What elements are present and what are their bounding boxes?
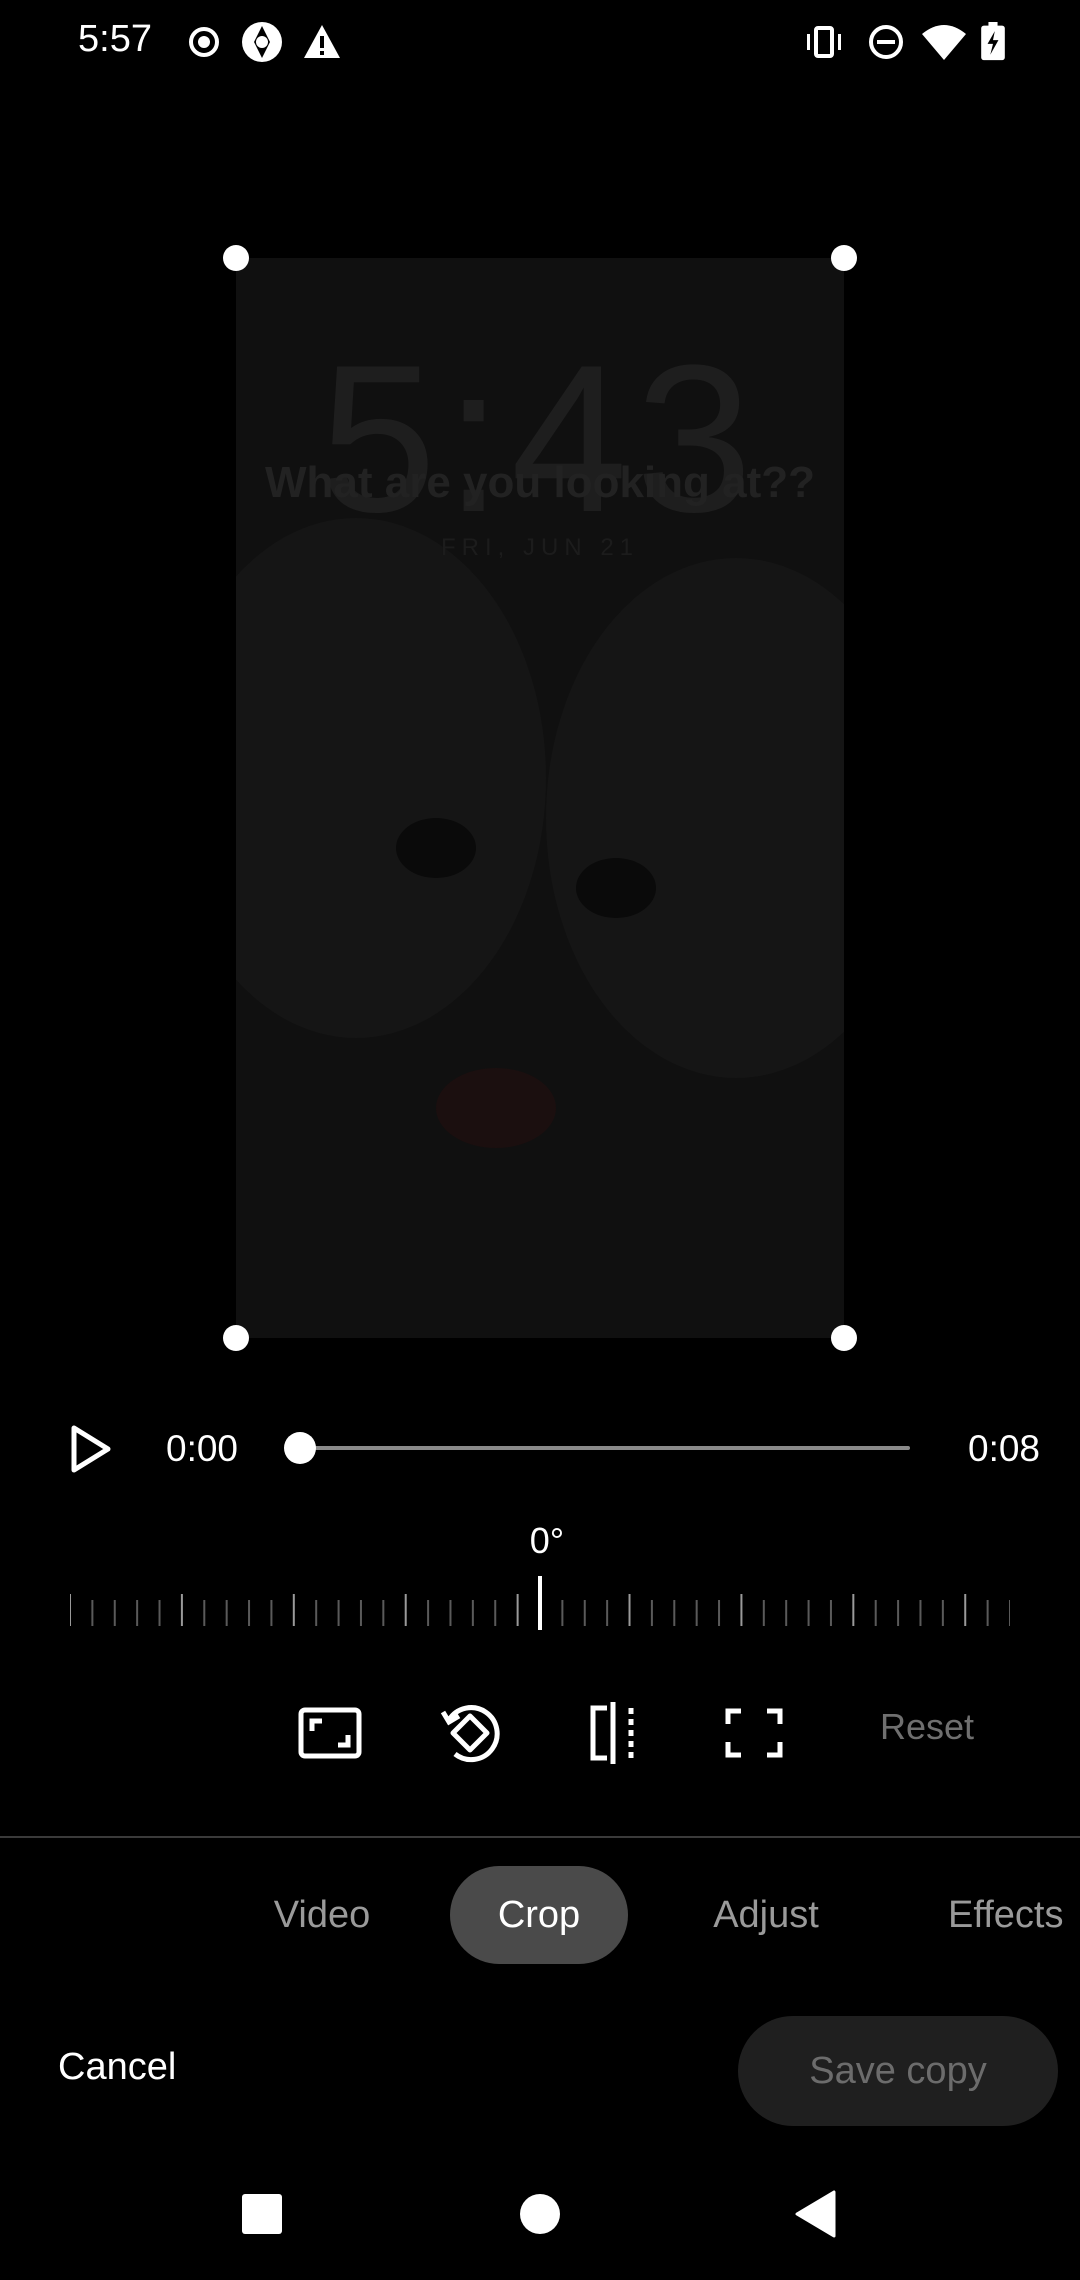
battery-charging-icon [981,22,1005,61]
free-crop-button[interactable] [719,1698,789,1768]
back-button[interactable] [794,2190,836,2238]
aspect-ratio-button[interactable] [295,1698,365,1768]
do-not-disturb-icon [869,25,903,59]
divider [0,1836,1080,1838]
tab-crop[interactable]: Crop [450,1866,628,1964]
preview-date: FRI, JUN 21 [440,534,640,561]
vibrate-icon [807,26,841,58]
status-time: 5:57 [78,18,152,60]
rotation-indicator [538,1576,542,1630]
wifi-icon [922,25,966,60]
cancel-button[interactable]: Cancel [58,2046,176,2089]
seek-bar[interactable] [300,1446,910,1450]
rotate-button[interactable] [435,1698,505,1768]
video-preview[interactable]: 5:43 What are you looking at?? FRI, JUN … [236,258,844,1338]
tab-adjust[interactable]: Adjust [692,1866,840,1964]
recents-button[interactable] [242,2194,282,2234]
seek-thumb[interactable] [284,1432,316,1464]
crop-handle-bottom-right[interactable] [831,1325,857,1351]
crop-handle-top-left[interactable] [223,245,249,271]
reset-button[interactable]: Reset [880,1706,974,1748]
record-icon [189,27,219,57]
app-shutter-icon [242,22,282,62]
flip-icon [590,1702,634,1764]
crop-handle-bottom-left[interactable] [223,1325,249,1351]
rotate-icon [440,1705,500,1763]
aspect-ratio-icon [298,1707,362,1759]
preview-clock: 5:43 [319,321,761,556]
home-button[interactable] [520,2194,560,2234]
tab-video[interactable]: Video [250,1866,394,1964]
warning-icon [304,25,340,58]
flip-button[interactable] [578,1698,648,1768]
rotation-angle: 0° [529,1520,565,1561]
play-icon[interactable] [68,1424,112,1474]
current-time: 0:00 [166,1428,239,1469]
crop-handle-top-right[interactable] [831,245,857,271]
tab-effects[interactable]: Effects [930,1866,1080,1964]
free-crop-icon [725,1708,783,1758]
preview-caption: What are you looking at?? [264,458,816,507]
duration: 0:08 [968,1428,1041,1469]
save-copy-button[interactable]: Save copy [738,2016,1058,2126]
